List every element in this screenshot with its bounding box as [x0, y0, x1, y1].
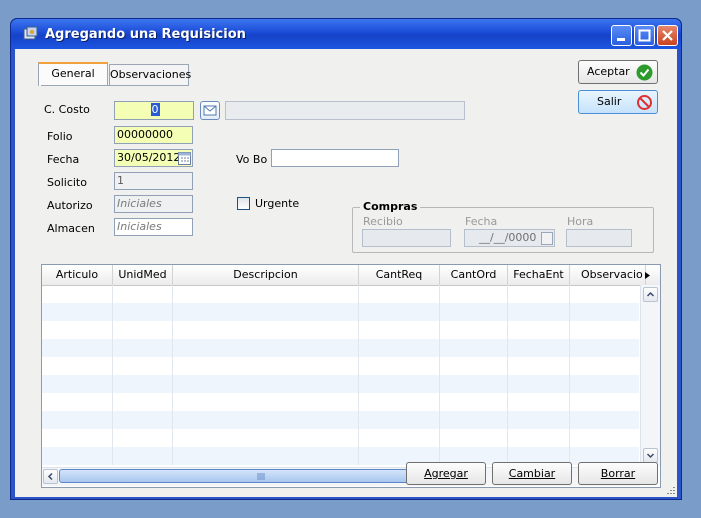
minimize-button[interactable] — [611, 25, 632, 46]
maximize-icon — [638, 29, 651, 42]
grid-column-line — [507, 285, 508, 465]
recibio-input[interactable] — [362, 229, 451, 247]
vobo-input[interactable] — [271, 149, 399, 167]
borrar-button[interactable]: Borrar — [578, 462, 658, 485]
envelope-icon — [203, 105, 217, 116]
col-cantord-header[interactable]: CantOrd — [440, 265, 508, 285]
app-icon — [23, 26, 38, 40]
fecha-label: Fecha — [47, 153, 80, 166]
hora-label: Hora — [567, 215, 594, 228]
folio-input[interactable]: 00000000 — [114, 126, 193, 144]
maximize-button[interactable] — [634, 25, 655, 46]
hora-input[interactable] — [566, 229, 632, 247]
c-costo-value: 0 — [150, 103, 160, 116]
urgente-checkbox[interactable] — [237, 197, 250, 210]
window-client-area: General Observaciones Aceptar Salir C. C… — [15, 49, 677, 497]
aceptar-button[interactable]: Aceptar — [578, 60, 658, 84]
scroll-thumb[interactable] — [59, 469, 465, 483]
recibio-label: Recibio — [363, 215, 403, 228]
scroll-columns-right-icon[interactable] — [645, 272, 651, 279]
grid-header: Articulo UnidMed Descripcion CantReq Can… — [42, 265, 660, 286]
vobo-label: Vo Bo — [236, 153, 268, 166]
no-entry-icon — [637, 95, 652, 110]
calendar-icon[interactable] — [178, 151, 191, 165]
folio-label: Folio — [47, 130, 73, 143]
window-title: Agregando una Requisicion — [45, 27, 246, 42]
grid-column-line — [172, 285, 173, 465]
almacen-label: Almacen — [47, 222, 95, 235]
c-costo-input[interactable]: 0 — [114, 101, 194, 120]
grid-row-stripe — [42, 375, 639, 393]
solicito-input[interactable]: 1 — [114, 172, 193, 190]
grid-column-line — [358, 285, 359, 465]
grid-column-line — [439, 285, 440, 465]
scroll-up-button[interactable] — [643, 287, 658, 302]
grid-column-line — [569, 285, 570, 465]
tab-general-label: General — [51, 67, 95, 80]
grip-icon — [257, 473, 265, 480]
salir-button[interactable]: Salir — [578, 90, 658, 114]
title-bar[interactable]: Agregando una Requisicion — [11, 19, 681, 49]
borrar-label: Borrar — [600, 467, 636, 480]
solicito-label: Solicito — [47, 176, 87, 189]
grid-row-stripe — [42, 303, 639, 321]
tab-observaciones-label: Observaciones — [110, 68, 192, 81]
cambiar-button[interactable]: Cambiar — [492, 462, 572, 485]
fecha-input[interactable]: 30/05/2012 — [114, 149, 193, 167]
col-fechaent-header[interactable]: FechaEnt — [508, 265, 570, 285]
agregar-button[interactable]: Agregar — [406, 462, 486, 485]
c-costo-description — [225, 101, 465, 120]
requisition-window: Agregando una Requisicion General Observ… — [10, 18, 682, 500]
scroll-down-button[interactable] — [643, 448, 658, 463]
compras-fecha-value: __/__/0000 — [479, 231, 537, 244]
aceptar-label: Aceptar — [587, 65, 630, 78]
grid-row-stripe — [42, 411, 639, 429]
tab-strip-line — [41, 85, 189, 86]
resize-grip-icon[interactable] — [665, 485, 675, 495]
close-icon — [662, 30, 673, 41]
compras-fecha-label: Fecha — [465, 215, 498, 228]
c-costo-lookup-button[interactable] — [200, 101, 220, 120]
close-button[interactable] — [657, 25, 678, 46]
agregar-label: Agregar — [424, 467, 468, 480]
compras-fecha-input[interactable]: __/__/0000 — [464, 229, 555, 247]
compras-title: Compras — [360, 200, 421, 213]
autorizo-input[interactable]: Iniciales — [114, 195, 193, 213]
articles-grid[interactable]: Articulo UnidMed Descripcion CantReq Can… — [41, 264, 661, 488]
grid-row-stripe — [42, 339, 639, 357]
tab-observaciones[interactable]: Observaciones — [109, 64, 192, 85]
grid-column-line — [112, 285, 113, 465]
check-icon — [636, 64, 653, 81]
chevron-down-icon — [646, 453, 655, 459]
scroll-left-button[interactable] — [43, 469, 58, 484]
col-articulo-header[interactable]: Articulo — [42, 265, 113, 285]
col-observacio-header[interactable]: Observacio — [570, 265, 646, 285]
almacen-input[interactable]: Iniciales — [114, 218, 193, 236]
salir-label: Salir — [597, 95, 622, 108]
chevron-up-icon — [646, 291, 655, 297]
fecha-value: 30/05/2012 — [117, 151, 181, 164]
minimize-icon — [617, 38, 625, 41]
autorizo-label: Autorizo — [47, 199, 93, 212]
col-cantreq-header[interactable]: CantReq — [359, 265, 440, 285]
col-descripcion-header[interactable]: Descripcion — [173, 265, 359, 285]
col-unidmed-header[interactable]: UnidMed — [113, 265, 173, 285]
c-costo-label: C. Costo — [44, 103, 90, 116]
cambiar-label: Cambiar — [508, 467, 556, 480]
tab-general[interactable]: General — [38, 62, 108, 86]
chevron-left-icon — [47, 472, 53, 481]
urgente-label: Urgente — [255, 197, 300, 210]
calendar-icon[interactable] — [541, 231, 553, 245]
grid-vertical-scrollbar[interactable] — [640, 285, 660, 466]
